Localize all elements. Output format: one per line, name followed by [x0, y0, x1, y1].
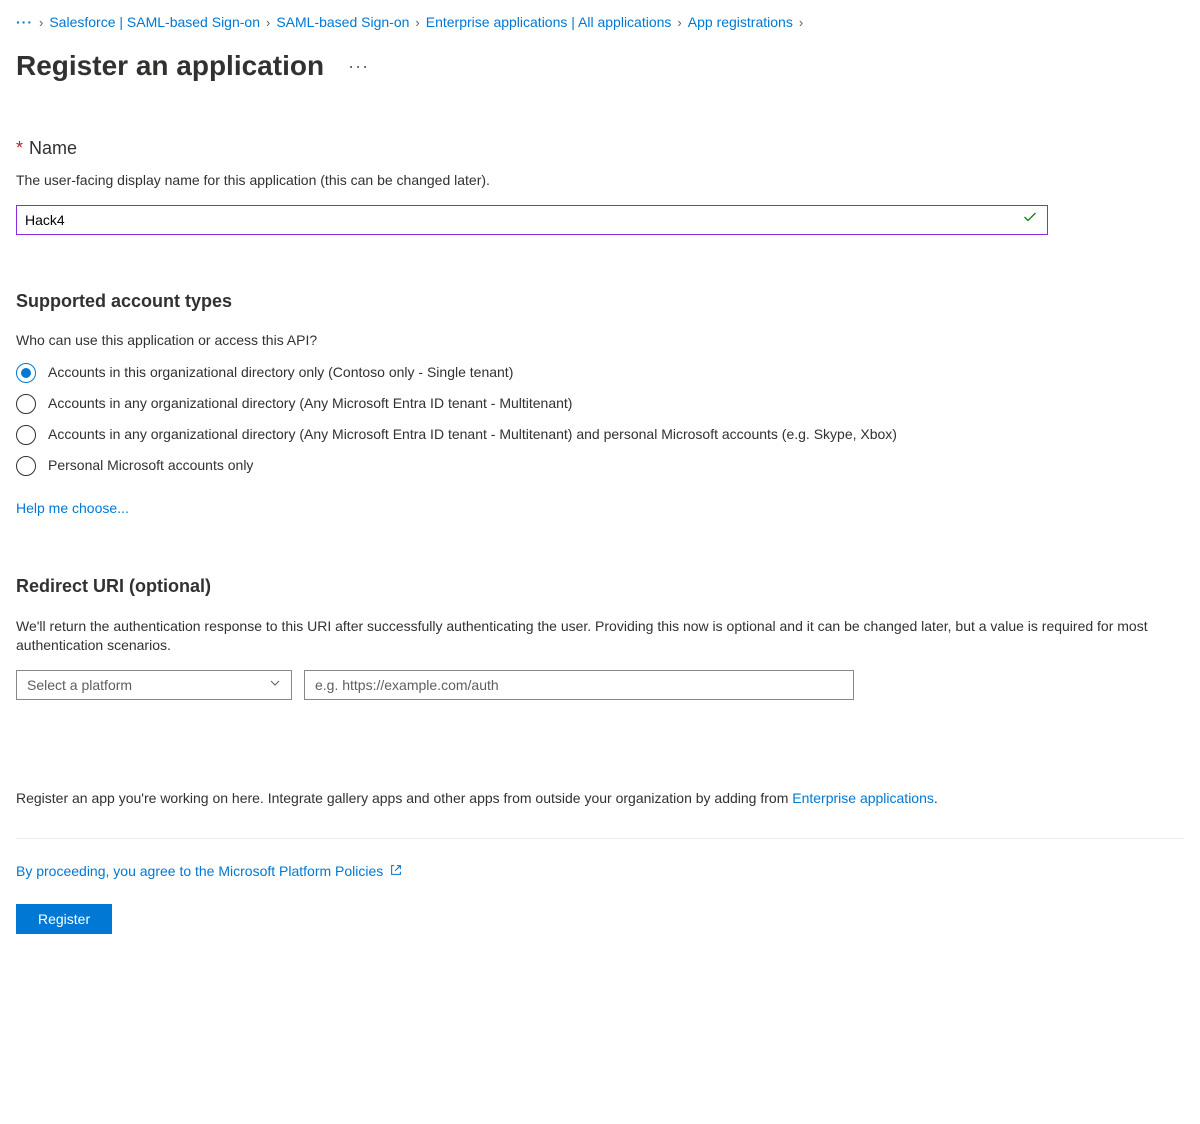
platform-select[interactable]: Select a platform	[16, 670, 292, 700]
redirect-uri-section: Redirect URI (optional) We'll return the…	[16, 576, 1184, 700]
radio-icon	[16, 456, 36, 476]
register-button[interactable]: Register	[16, 904, 112, 934]
required-star-icon: *	[16, 138, 23, 159]
name-label: Name	[29, 138, 77, 159]
platform-select-placeholder: Select a platform	[27, 677, 132, 693]
chevron-right-icon: ›	[677, 15, 681, 30]
help-me-choose-link[interactable]: Help me choose...	[16, 500, 129, 516]
enterprise-applications-link[interactable]: Enterprise applications	[792, 790, 934, 806]
radio-icon	[16, 425, 36, 445]
page-title-row: Register an application ···	[16, 50, 1184, 82]
breadcrumb-ellipsis[interactable]: ···	[16, 14, 33, 30]
radio-label: Accounts in any organizational directory…	[48, 393, 572, 414]
breadcrumb-item[interactable]: SAML-based Sign-on	[276, 14, 409, 30]
name-input[interactable]	[16, 205, 1048, 235]
account-types-radio-group: Accounts in this organizational director…	[16, 362, 1184, 476]
breadcrumb-item[interactable]: Enterprise applications | All applicatio…	[426, 14, 672, 30]
chevron-right-icon: ›	[39, 15, 43, 30]
chevron-right-icon: ›	[415, 15, 419, 30]
breadcrumb-item[interactable]: App registrations	[688, 14, 793, 30]
radio-icon	[16, 394, 36, 414]
redirect-uri-heading: Redirect URI (optional)	[16, 576, 1184, 597]
breadcrumb: ··· › Salesforce | SAML-based Sign-on › …	[16, 14, 1184, 30]
name-label-row: * Name	[16, 138, 1184, 159]
redirect-uri-help-text: We'll return the authentication response…	[16, 617, 1184, 656]
redirect-uri-row: Select a platform	[16, 670, 1184, 700]
page-title: Register an application	[16, 50, 324, 82]
bottom-note-suffix: .	[934, 790, 938, 806]
bottom-note: Register an app you're working on here. …	[16, 790, 1184, 806]
more-options-icon[interactable]: ···	[348, 56, 369, 77]
name-input-wrapper	[16, 205, 1048, 235]
radio-personal-only[interactable]: Personal Microsoft accounts only	[16, 455, 1184, 476]
divider	[16, 838, 1184, 839]
account-types-question: Who can use this application or access t…	[16, 332, 1184, 348]
name-help-text: The user-facing display name for this ap…	[16, 171, 1184, 191]
radio-label: Accounts in any organizational directory…	[48, 424, 897, 445]
radio-label: Personal Microsoft accounts only	[48, 455, 253, 476]
bottom-note-prefix: Register an app you're working on here. …	[16, 790, 792, 806]
name-section: * Name The user-facing display name for …	[16, 138, 1184, 235]
radio-multitenant-personal[interactable]: Accounts in any organizational directory…	[16, 424, 1184, 445]
external-link-icon	[389, 863, 403, 880]
radio-multitenant[interactable]: Accounts in any organizational directory…	[16, 393, 1184, 414]
breadcrumb-item[interactable]: Salesforce | SAML-based Sign-on	[49, 14, 260, 30]
chevron-right-icon: ›	[266, 15, 270, 30]
chevron-right-icon: ›	[799, 15, 803, 30]
redirect-uri-input[interactable]	[304, 670, 854, 700]
radio-icon	[16, 363, 36, 383]
account-types-section: Supported account types Who can use this…	[16, 291, 1184, 576]
checkmark-icon	[1022, 209, 1038, 230]
radio-single-tenant[interactable]: Accounts in this organizational director…	[16, 362, 1184, 383]
platform-policies-link[interactable]: By proceeding, you agree to the Microsof…	[16, 863, 403, 880]
radio-label: Accounts in this organizational director…	[48, 362, 513, 383]
chevron-down-icon	[269, 677, 281, 692]
policies-link-text: By proceeding, you agree to the Microsof…	[16, 863, 383, 879]
account-types-heading: Supported account types	[16, 291, 1184, 312]
